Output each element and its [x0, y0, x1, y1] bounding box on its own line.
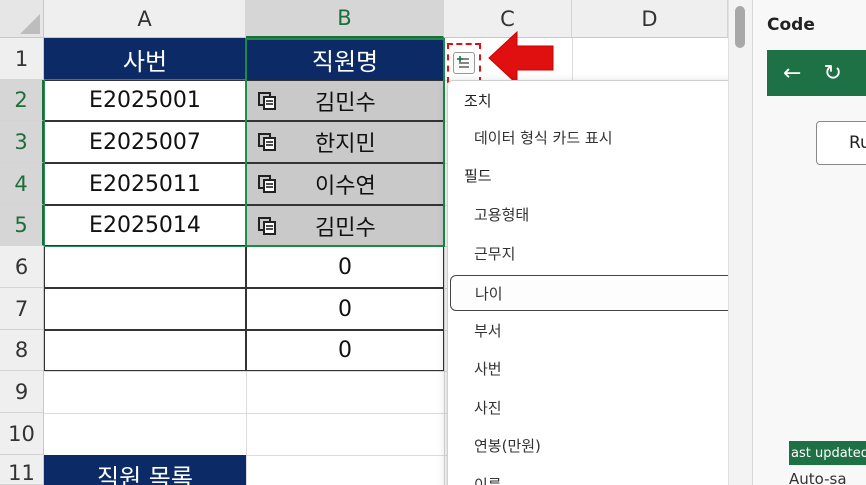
code-pane: Code ← ↻ Ru ast updated Auto-sa [752, 0, 866, 485]
row-header-10[interactable]: 10 [0, 413, 44, 455]
employee-name-text: 이수연 [315, 174, 376, 199]
employee-name-cell[interactable]: 김민수 [246, 80, 444, 121]
employee-name-cell[interactable]: 김민수 [246, 205, 444, 246]
column-header-b[interactable]: B [246, 0, 444, 38]
zero-value-cell[interactable]: 0 [246, 288, 444, 330]
data-type-card-icon[interactable] [257, 131, 279, 153]
employee-list-label[interactable]: 직원 목록 [44, 455, 246, 485]
refresh-icon[interactable]: ↻ [823, 61, 841, 86]
insert-data-button[interactable] [447, 43, 481, 83]
row-header-8[interactable]: 8 [0, 330, 44, 371]
status-bar: ast updated [789, 441, 866, 465]
empty-id-cell[interactable] [44, 246, 246, 288]
select-all-corner[interactable] [0, 0, 44, 38]
data-type-card-icon[interactable] [257, 173, 279, 195]
row-header-1[interactable]: 1 [0, 38, 44, 80]
column-header-d[interactable]: D [572, 0, 728, 38]
zero-value-cell[interactable]: 0 [246, 330, 444, 371]
row-header-3[interactable]: 3 [0, 121, 44, 163]
menu-section-fields: 필드 [464, 167, 492, 185]
row-header-4[interactable]: 4 [0, 163, 44, 205]
code-pane-title: Code [767, 15, 815, 35]
column-header-a[interactable]: A [44, 0, 246, 38]
header-cell-employee-name[interactable]: 직원명 [246, 38, 444, 80]
row-header-11[interactable]: 11 [0, 455, 44, 485]
header-cell-employee-id[interactable]: 사번 [44, 38, 246, 80]
empty-id-cell[interactable] [44, 330, 246, 371]
row-header-6[interactable]: 6 [0, 246, 44, 288]
employee-id-cell[interactable]: E2025007 [44, 121, 246, 163]
data-type-card-icon[interactable] [257, 90, 279, 112]
employee-name-text: 한지민 [315, 132, 376, 157]
run-button[interactable]: Ru [816, 121, 866, 165]
employee-name-text: 김민수 [315, 90, 376, 116]
row-header-2[interactable]: 2 [0, 80, 44, 121]
vertical-scrollbar[interactable] [728, 0, 752, 485]
employee-name-cell[interactable]: 이수연 [246, 163, 444, 205]
zero-value-cell[interactable]: 0 [246, 246, 444, 288]
empty-id-cell[interactable] [44, 288, 246, 330]
scrollbar-thumb[interactable] [735, 6, 745, 48]
employee-id-cell[interactable]: E2025011 [44, 163, 246, 205]
data-type-card-icon[interactable] [257, 215, 279, 237]
row-header-5[interactable]: 5 [0, 205, 44, 246]
menu-section-actions: 조치 [464, 92, 492, 110]
employee-name-text: 김민수 [315, 215, 376, 241]
auto-save-label: Auto-sa [789, 470, 847, 485]
row-header-7[interactable]: 7 [0, 288, 44, 330]
employee-id-cell[interactable]: E2025001 [44, 80, 246, 121]
row-header-9[interactable]: 9 [0, 371, 44, 413]
red-left-arrow-icon [488, 30, 554, 86]
code-toolbar: ← ↻ [767, 50, 866, 96]
employee-name-cell[interactable]: 한지민 [246, 121, 444, 163]
back-arrow-icon[interactable]: ← [783, 61, 801, 86]
insert-data-icon [453, 52, 475, 74]
employee-id-cell[interactable]: E2025014 [44, 205, 246, 246]
